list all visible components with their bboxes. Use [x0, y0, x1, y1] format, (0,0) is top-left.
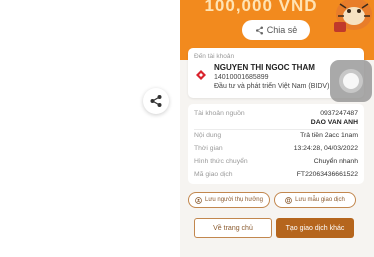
home-button[interactable]: Về trang chủ: [194, 218, 272, 238]
transaction-details-panel: Tài khoản nguồn 0937247487 DAO VAN ANH N…: [188, 104, 364, 184]
tiger-illustration-icon: [334, 0, 372, 32]
time-value: 13:24:28, 04/03/2022: [293, 145, 358, 152]
save-template-label: Lưu mẫu giao dịch: [295, 197, 345, 203]
time-label: Thời gian: [194, 145, 223, 152]
content-label: Nội dung: [194, 132, 222, 139]
save-recipient-label: Lưu người thụ hưởng: [205, 197, 263, 203]
transaction-id-label: Mã giao dịch: [194, 171, 233, 178]
source-label: Tài khoản nguồn: [194, 110, 245, 117]
source-account: 0937247487: [320, 110, 358, 117]
divider: [194, 129, 358, 130]
transfer-receipt-card: 100,000 VND Chia sẻ Đến tài khoản NGUYEN…: [180, 0, 374, 257]
source-name: DAO VAN ANH: [310, 119, 358, 126]
floating-share-button[interactable]: [143, 88, 169, 114]
assistive-ring-inner: [343, 73, 359, 89]
bank-logo-icon: [195, 69, 207, 81]
method-label: Hình thức chuyển: [194, 158, 248, 165]
content-value: Trả tiền 2acc 1nam: [300, 132, 358, 139]
amount-text: 100,000 VND: [204, 0, 318, 15]
destination-title: Đến tài khoản: [194, 53, 235, 60]
detail-row-source: Tài khoản nguồn 0937247487 DAO VAN ANH: [194, 110, 358, 128]
share-icon: [150, 95, 162, 107]
share-button[interactable]: Chia sẻ: [242, 20, 310, 40]
user-icon: [195, 196, 202, 204]
save-template-button[interactable]: Lưu mẫu giao dịch: [274, 192, 356, 208]
share-icon: [255, 26, 263, 34]
method-value: Chuyển nhanh: [313, 158, 358, 165]
recipient-bank: Đầu tư và phát triển Việt Nam (BIDV): [214, 83, 330, 90]
share-label: Chia sẻ: [266, 25, 298, 35]
transaction-id-value: FT22063436661522: [296, 171, 358, 178]
save-recipient-button[interactable]: Lưu người thụ hưởng: [188, 192, 270, 208]
assistive-touch-button[interactable]: [330, 60, 372, 102]
recipient-name: NGUYEN THI NGOC THAM: [214, 63, 315, 72]
new-transaction-button[interactable]: Tạo giao dịch khác: [276, 218, 354, 238]
template-icon: [285, 196, 292, 204]
recipient-account: 14010001685899: [214, 74, 269, 81]
